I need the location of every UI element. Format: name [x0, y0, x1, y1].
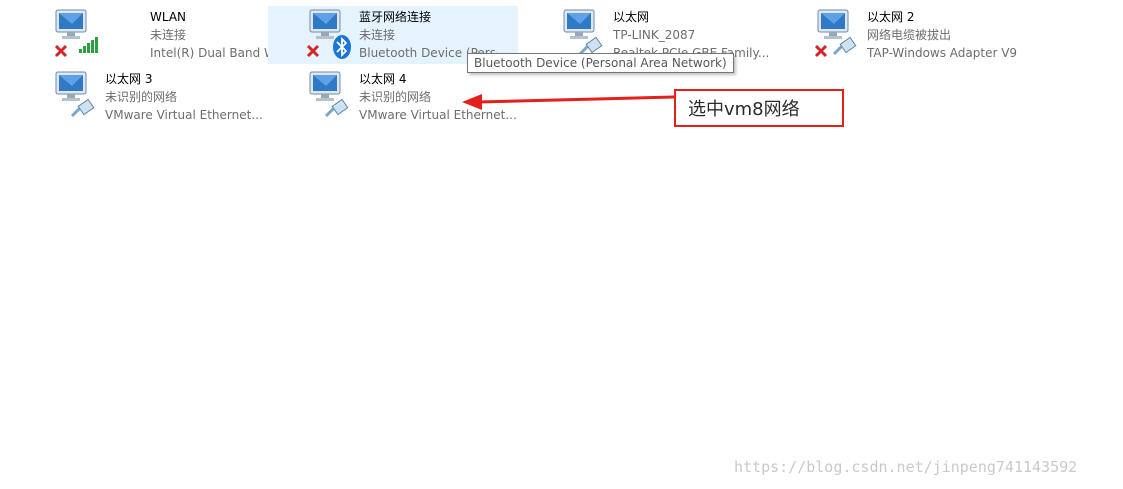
annotation-callout: 选中vm8网络	[674, 89, 844, 127]
watermark: https://blog.csdn.net/jinpeng741143592	[734, 458, 1078, 476]
annotation-arrow	[462, 94, 675, 110]
